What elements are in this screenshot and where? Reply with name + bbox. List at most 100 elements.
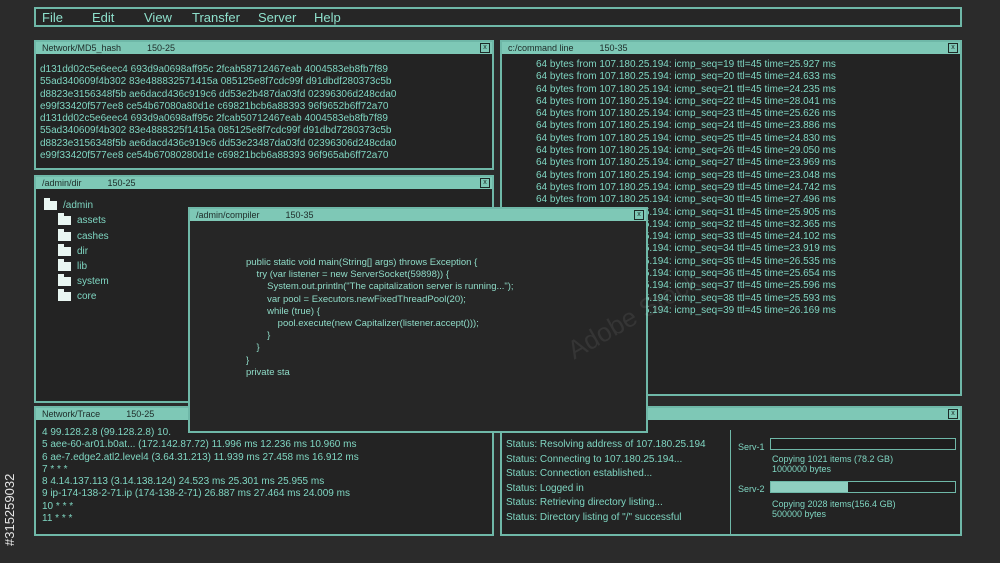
code-line: pool.execute(new Capitalizer(listener.ac… — [246, 318, 479, 330]
code-line: private sta — [246, 366, 290, 378]
dir-root[interactable]: /admin — [44, 197, 94, 211]
menu-transfer[interactable]: Transfer — [192, 9, 240, 26]
code-line: public static void main(String[] args) t… — [246, 257, 478, 268]
folder-icon — [58, 273, 71, 286]
ping-line: 64 bytes from 107.180.25.194: icmp_seq=3… — [536, 194, 836, 206]
server-2-label: Serv-2 — [738, 484, 765, 494]
ping-line: 64 bytes from 107.180.25.194: icmp_seq=2… — [536, 132, 836, 144]
hash-line: e99f33420f577ee8 ce54b67080280d1e c69821… — [40, 150, 389, 162]
watermark-id: #315259032 — [2, 473, 17, 546]
status-line: Status: Logged in — [506, 482, 584, 494]
code-line: System.out.println("The capitalization s… — [246, 281, 514, 293]
dir-titlebar[interactable]: /admin/dir 150-25 x — [36, 177, 492, 189]
ping-line: 64 bytes from 107.180.25.194: icmp_seq=2… — [536, 83, 836, 95]
code-line: } — [246, 342, 260, 354]
dir-window-id: 150-25 — [107, 178, 136, 188]
server-1-progress — [770, 438, 956, 450]
divider — [730, 430, 731, 534]
dir-item-core[interactable]: core — [58, 288, 97, 302]
md5-titlebar[interactable]: Network/MD5_hash 150-25 x — [36, 42, 492, 54]
ping-line: 64 bytes from 107.180.25.194: icmp_seq=2… — [536, 120, 836, 132]
dir-item-label: core — [77, 291, 97, 302]
trace-line: 11 * * * — [42, 513, 73, 525]
hash-line: d131dd02c5e6eec4 693d9a0698aff95c 2fcab5… — [40, 113, 388, 125]
dir-item-assets[interactable]: assets — [58, 212, 106, 226]
server-2-copy: Copying 2028 items(156.4 GB) — [772, 499, 896, 509]
code-editor[interactable]: public static void main(String[] args) t… — [190, 221, 646, 431]
close-icon[interactable]: x — [948, 409, 958, 419]
compiler-window: /admin/compiler 150-35 x public static vo… — [188, 207, 648, 433]
server-2-bytes: 500000 bytes — [772, 509, 827, 519]
ping-line: 64 bytes from 107.180.25.194: icmp_seq=2… — [536, 108, 836, 120]
folder-icon — [58, 228, 71, 241]
md5-window-id: 150-25 — [147, 43, 176, 53]
ping-line: 64 bytes from 107.180.25.194: icmp_seq=2… — [536, 71, 836, 83]
folder-icon — [58, 288, 71, 301]
folder-icon — [44, 197, 57, 210]
trace-line: 5 aee-60-ar01.b0at... (172.142.87.72) 11… — [42, 439, 357, 451]
dir-item-label: assets — [77, 215, 106, 226]
server-2-progress — [770, 481, 956, 493]
trace-line: 7 * * * — [42, 463, 68, 475]
close-icon[interactable]: x — [480, 178, 490, 188]
server-1-copy: Copying 1021 items (78.2 GB) — [772, 454, 894, 464]
server-2-progress-fill — [771, 482, 849, 492]
cmd-title: c:/command line — [508, 43, 574, 53]
trace-title: Network/Trace — [42, 409, 101, 419]
trace-line: 6 ae-7.edge2.atl2.level4 (3.64.31.213) 1… — [42, 451, 359, 463]
menu-edit[interactable]: Edit — [92, 9, 114, 26]
trace-window-id: 150-25 — [126, 409, 155, 419]
close-icon[interactable]: x — [634, 210, 644, 220]
code-line: try (var listener = new ServerSocket(598… — [246, 269, 450, 281]
menu-server[interactable]: Server — [258, 9, 296, 26]
code-line: } — [246, 330, 271, 342]
hash-line: d8823e3156348f5b ae6dacd436c919c6 dd53e2… — [40, 137, 397, 149]
code-line: while (true) { — [246, 305, 320, 317]
menu-view[interactable]: View — [144, 9, 172, 26]
dir-item-label: lib — [77, 261, 88, 272]
code-line: var pool = Executors.newFixedThreadPool(… — [246, 293, 466, 305]
dir-item-cashes[interactable]: cashes — [58, 228, 109, 242]
md5-hash-list: d131dd02c5e6eec4 693d9a0698aff95c 2fcab5… — [36, 54, 492, 168]
md5-title: Network/MD5_hash — [42, 43, 122, 53]
ping-line: 64 bytes from 107.180.25.194: icmp_seq=2… — [536, 157, 836, 169]
hash-line: d131dd02c5e6eec4 693d9a0698aff95c 2fcab5… — [40, 64, 388, 75]
status-body: Status: Resolving address of 107.180.25.… — [502, 420, 960, 534]
ping-line: 64 bytes from 107.180.25.194: icmp_seq=2… — [536, 169, 836, 181]
dir-item-label: cashes — [77, 231, 109, 242]
status-line: Status: Retrieving directory listing... — [506, 497, 663, 508]
dir-item-dir[interactable]: dir — [58, 243, 89, 257]
dir-item-label: system — [77, 276, 109, 287]
close-icon[interactable]: x — [480, 43, 490, 53]
status-line: Status: Connecting to 107.180.25.194... — [506, 453, 683, 465]
hash-line: 55ad340609f4b302 83e4888325f1415a 085125… — [40, 125, 392, 137]
hash-line: e99f33420f577ee8 ce54b67080a80d1e c69821… — [40, 100, 389, 112]
status-line: Status: Directory listing of "/" success… — [506, 511, 682, 523]
cmd-titlebar[interactable]: c:/command line 150-35 x — [502, 42, 960, 54]
dir-item-system[interactable]: system — [58, 273, 109, 287]
status-line: Status: Resolving address of 107.180.25.… — [506, 439, 706, 450]
compiler-window-id: 150-35 — [285, 210, 314, 220]
compiler-title: /admin/compiler — [196, 210, 260, 220]
dir-item-label: dir — [77, 246, 89, 257]
ping-line: 64 bytes from 107.180.25.194: icmp_seq=2… — [536, 181, 836, 193]
folder-icon — [58, 258, 71, 271]
folder-icon — [58, 212, 71, 225]
trace-line: 8 4.14.137.113 (3.14.138.124) 24.523 ms … — [42, 476, 325, 488]
trace-output: 4 99.128.2.8 (99.128.2.8) 10. 5 aee-60-a… — [36, 420, 492, 534]
hash-line: d8823e3156348f5b ae6dacd436c919c6 dd53e2… — [40, 88, 397, 100]
server-1-bytes: 1000000 bytes — [772, 464, 832, 474]
dir-root-label: /admin — [63, 200, 94, 211]
menu-file[interactable]: File — [42, 9, 63, 26]
trace-line: 10 * * * — [42, 500, 74, 512]
dir-item-lib[interactable]: lib — [58, 258, 88, 272]
menu-bar: File Edit View Transfer Server Help — [34, 7, 962, 27]
compiler-titlebar[interactable]: /admin/compiler 150-35 x — [190, 209, 646, 221]
server-1-label: Serv-1 — [738, 442, 765, 452]
dir-title: /admin/dir — [42, 178, 82, 188]
menu-help[interactable]: Help — [314, 9, 341, 26]
status-log: Status: Resolving address of 107.180.25.… — [506, 438, 706, 525]
hash-line: 55ad340609f4b302 83e488832571415a 085125… — [40, 76, 392, 88]
close-icon[interactable]: x — [948, 43, 958, 53]
ping-line: 64 bytes from 107.180.25.194: icmp_seq=2… — [536, 145, 836, 157]
